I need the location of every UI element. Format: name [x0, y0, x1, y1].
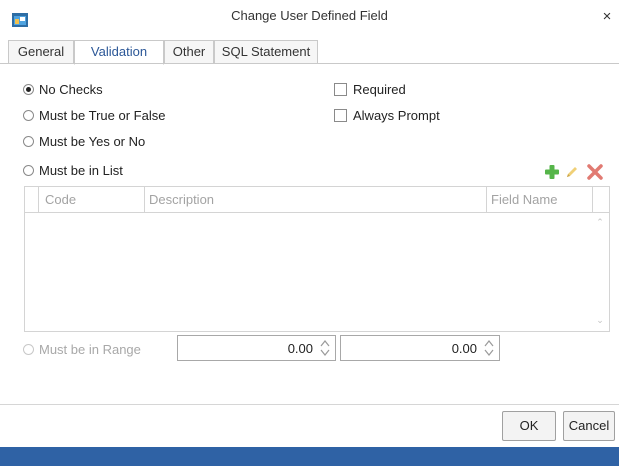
- checkbox-label: Required: [353, 81, 406, 97]
- radio-in-range[interactable]: Must be in Range: [23, 340, 141, 358]
- tab-sql-statement[interactable]: SQL Statement: [214, 40, 318, 64]
- radio-no-checks[interactable]: No Checks: [23, 80, 103, 98]
- tab-other[interactable]: Other: [164, 40, 214, 64]
- button-separator: [0, 404, 619, 405]
- window-title: Change User Defined Field: [231, 8, 388, 23]
- checkbox[interactable]: [334, 108, 347, 122]
- add-icon[interactable]: [543, 163, 561, 181]
- radio-button[interactable]: [23, 109, 34, 121]
- checkbox-always-prompt[interactable]: Always Prompt: [334, 106, 440, 124]
- column-header-field-name[interactable]: Field Name: [487, 187, 593, 212]
- radio-button[interactable]: [23, 343, 34, 355]
- radio-true-false[interactable]: Must be True or False: [23, 106, 165, 124]
- spinner-arrows-icon[interactable]: [319, 338, 331, 358]
- column-header-code[interactable]: Code: [39, 187, 145, 212]
- close-icon[interactable]: ×: [599, 8, 615, 26]
- radio-label: Must be in List: [39, 162, 123, 178]
- range-max-spinner[interactable]: 0.00: [340, 335, 500, 361]
- grid-header: Code Description Field Name: [25, 187, 609, 213]
- radio-in-list[interactable]: Must be in List: [23, 161, 123, 179]
- row-indicator-column: [25, 187, 39, 212]
- range-min-value: 0.00: [287, 341, 313, 356]
- range-min-spinner[interactable]: 0.00: [177, 335, 336, 361]
- radio-label: Must be in Range: [39, 341, 141, 357]
- title-bar: Change User Defined Field ×: [0, 0, 619, 36]
- edit-icon[interactable]: [563, 163, 581, 181]
- scroll-down-icon[interactable]: ⌄: [595, 315, 605, 325]
- list-grid[interactable]: Code Description Field Name ⌃ ⌄: [24, 186, 610, 332]
- radio-button[interactable]: [23, 135, 34, 147]
- scroll-up-icon[interactable]: ⌃: [595, 217, 605, 227]
- spinner-arrows-icon[interactable]: [483, 338, 495, 358]
- radio-button[interactable]: [23, 164, 34, 176]
- tab-validation[interactable]: Validation: [74, 40, 164, 65]
- cancel-button[interactable]: Cancel: [563, 411, 615, 441]
- checkbox-required[interactable]: Required: [334, 80, 406, 98]
- column-header-description[interactable]: Description: [145, 187, 487, 212]
- ok-button[interactable]: OK: [502, 411, 556, 441]
- status-bar: [0, 447, 619, 466]
- radio-label: Must be Yes or No: [39, 133, 146, 149]
- tab-general[interactable]: General: [8, 40, 74, 64]
- range-max-value: 0.00: [451, 341, 477, 356]
- delete-icon[interactable]: [586, 163, 604, 181]
- radio-label: Must be True or False: [39, 107, 166, 123]
- radio-label: No Checks: [39, 81, 103, 97]
- radio-button[interactable]: [23, 83, 34, 95]
- tab-divider: [0, 63, 619, 64]
- checkbox[interactable]: [334, 82, 347, 96]
- radio-yes-no[interactable]: Must be Yes or No: [23, 132, 145, 150]
- checkbox-label: Always Prompt: [353, 107, 440, 123]
